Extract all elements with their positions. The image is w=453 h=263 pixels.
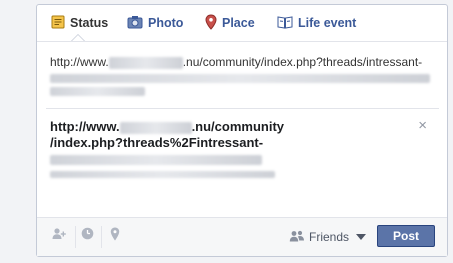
composer-tabs: Status Photo Place Life event [37,5,447,42]
status-text-input[interactable]: http://www. .nu/community/index.php?threa… [46,47,439,107]
link-preview: http://www. .nu/community /index.php?thre… [46,113,439,203]
add-location-button[interactable] [105,226,125,246]
audience-label: Friends [309,230,350,244]
book-icon [277,15,293,32]
chevron-down-icon [356,234,367,240]
tab-life-event-label: Life event [298,16,357,30]
tab-life-event[interactable]: Life event [277,5,356,41]
divider [46,108,439,109]
redacted-title-line [50,155,262,165]
footer-separator [101,226,102,248]
friends-icon [289,230,305,245]
tab-photo-label: Photo [148,16,184,30]
clock-icon [81,227,94,245]
preview-title-suffix: .nu/community [191,119,285,134]
status-composer: Status Photo Place Life event http://www… [36,4,448,257]
redacted-text-line [50,74,430,83]
redacted-url-line [50,171,275,178]
tab-status-label: Status [70,16,109,30]
redacted-domain [108,56,183,69]
url-suffix: .nu/community/index.php?threads/intressa… [182,55,423,69]
footer-separator [75,226,76,248]
map-pin-icon [205,13,217,33]
add-person-icon [52,227,66,245]
redacted-domain [119,121,192,134]
status-icon [51,15,65,32]
preview-title-prefix: http://www. [50,119,120,134]
remove-preview-button[interactable]: × [418,117,427,134]
preview-title-line2[interactable]: /index.php?threads%2Fintressant- [50,135,439,151]
audience-selector[interactable]: Friends [289,227,367,247]
preview-title-line1[interactable]: http://www. .nu/community [50,119,439,135]
tab-place-label: Place [222,16,255,30]
post-button[interactable]: Post [377,225,435,247]
location-pin-icon [110,227,120,246]
tab-photo[interactable]: Photo [127,5,183,41]
redacted-text-line [50,87,145,96]
active-tab-caret [71,34,85,41]
composer-footer: Friends Post [37,217,447,256]
camera-icon [127,15,143,32]
tag-people-button[interactable] [49,226,69,246]
tab-place[interactable]: Place [205,5,255,41]
url-prefix: http://www. [50,55,109,69]
schedule-button[interactable] [77,226,97,246]
